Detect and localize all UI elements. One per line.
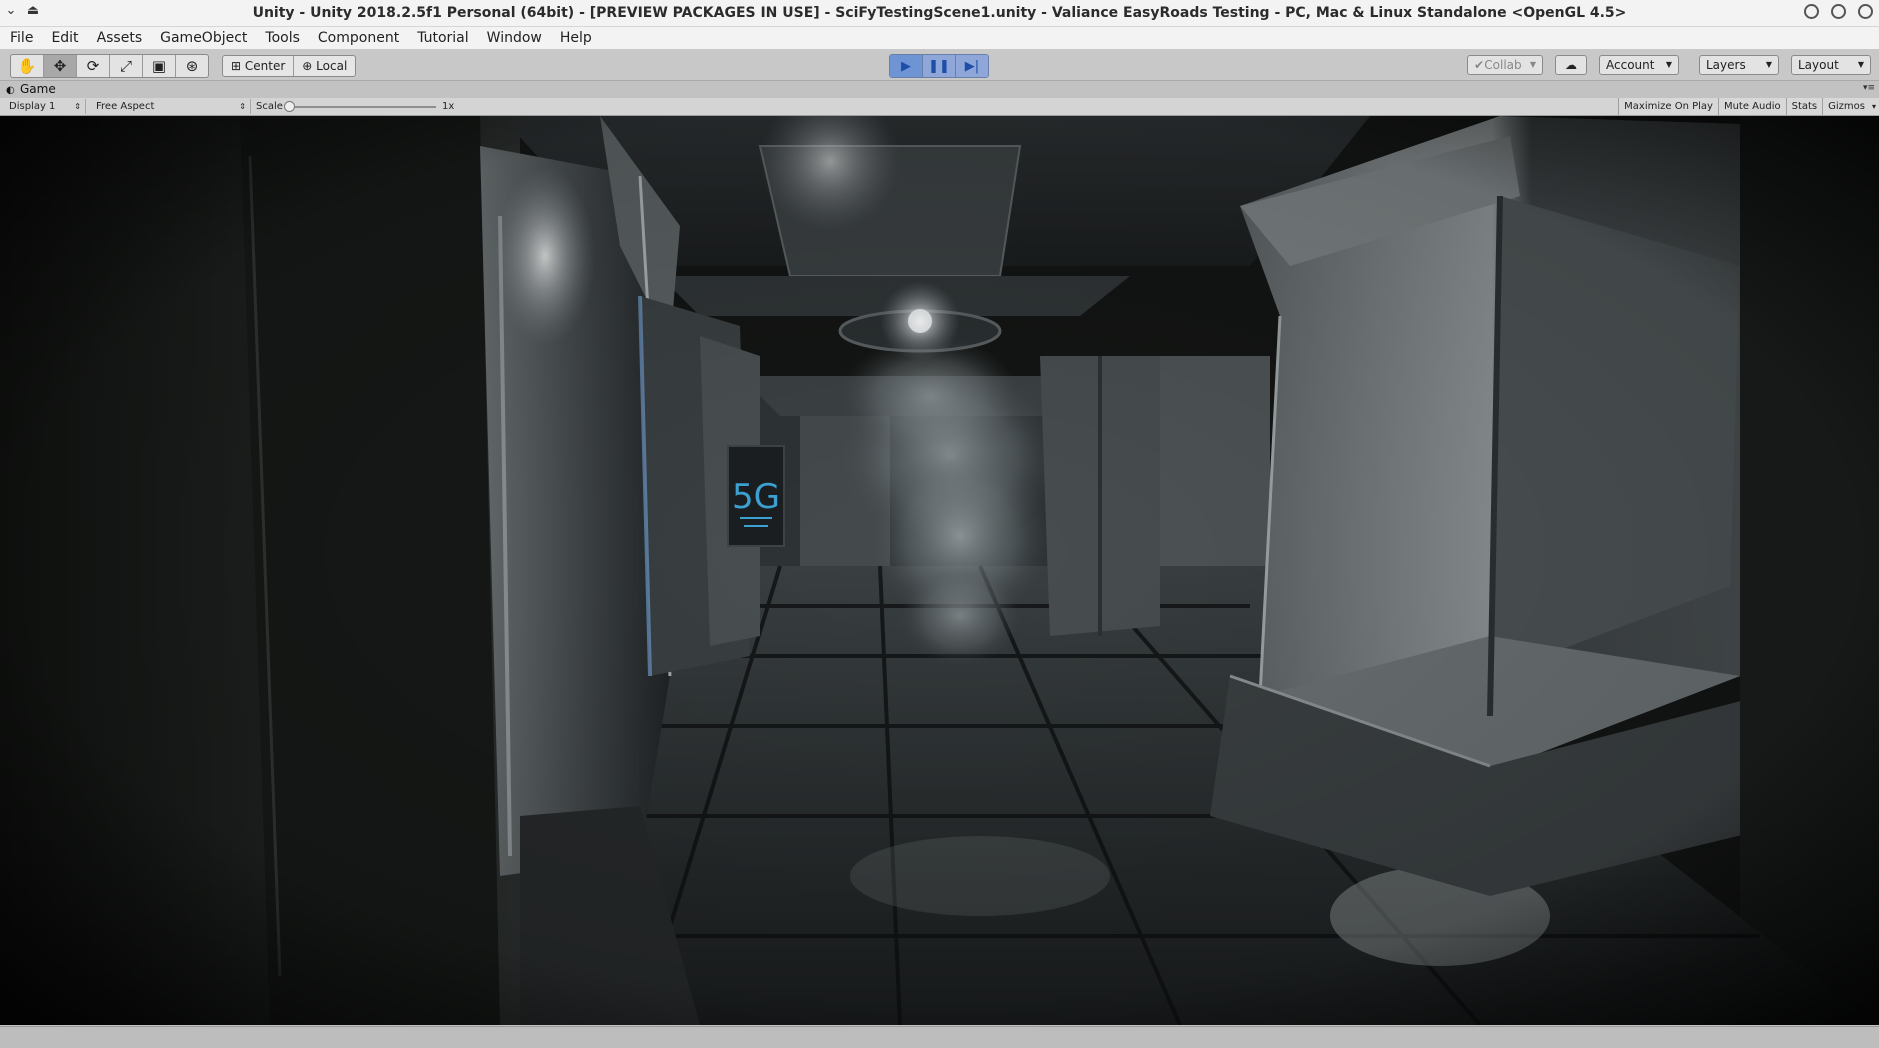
account-label: Account	[1606, 58, 1655, 72]
playback-controls: ▶ ❚❚ ▶|	[889, 54, 989, 78]
chevron-down-icon: ▼	[1665, 60, 1672, 69]
tab-game[interactable]: ◐ Game	[6, 81, 56, 99]
chevron-down-icon: ▼	[1857, 60, 1864, 69]
pivot-rotation-button[interactable]: ⊕ Local	[294, 56, 355, 76]
check-icon: ✔	[1474, 58, 1485, 72]
close-button[interactable]	[1858, 4, 1873, 19]
step-icon: ▶|	[964, 58, 980, 74]
pause-button[interactable]: ❚❚	[923, 55, 956, 77]
pivot-controls: ⊞ Center ⊕ Local	[222, 55, 357, 77]
move-tool-icon[interactable]: ✥	[44, 55, 77, 77]
play-icon: ▶	[901, 58, 911, 74]
display-dropdown[interactable]: Display 1 ⇕	[4, 99, 86, 114]
play-button[interactable]: ▶	[890, 55, 923, 77]
pivot-rotation-label: Local	[316, 59, 348, 73]
aspect-label: Free Aspect	[96, 101, 155, 112]
layers-dropdown[interactable]: Layers ▼	[1699, 55, 1779, 75]
chevron-down-icon: ▼	[1529, 60, 1536, 69]
gizmos-label: Gizmos	[1828, 101, 1865, 112]
pivot-mode-label: Center	[244, 59, 286, 73]
updown-arrow-icon: ⇕	[74, 102, 81, 111]
collab-label: Collab	[1484, 58, 1522, 72]
account-dropdown[interactable]: Account ▼	[1599, 55, 1679, 75]
maximize-on-play-toggle[interactable]: Maximize On Play	[1618, 98, 1718, 115]
menu-gameobject[interactable]: GameObject	[150, 27, 255, 49]
scale-tool-icon[interactable]: ⤢	[110, 55, 143, 77]
layers-label: Layers	[1706, 58, 1746, 72]
menu-edit[interactable]: Edit	[41, 27, 86, 49]
menu-window[interactable]: Window	[477, 27, 550, 49]
game-tab-label: Game	[20, 82, 56, 96]
maximize-button[interactable]	[1831, 4, 1846, 19]
game-render: 5G	[0, 116, 1879, 1025]
step-button[interactable]: ▶|	[956, 55, 988, 77]
scale-slider-track[interactable]	[288, 106, 436, 108]
rect-tool-icon[interactable]: ▣	[143, 55, 176, 77]
gizmos-dropdown[interactable]: Gizmos ▾	[1822, 98, 1879, 115]
stats-toggle[interactable]: Stats	[1785, 98, 1823, 115]
window-title-bar: ⌄ ⏏ Unity - Unity 2018.2.5f1 Personal (64…	[0, 0, 1879, 27]
status-bar	[0, 1026, 1879, 1048]
local-rotation-icon: ⊕	[302, 59, 313, 73]
game-controller-icon: ◐	[6, 85, 15, 96]
menu-assets[interactable]: Assets	[87, 27, 151, 49]
mute-audio-toggle[interactable]: Mute Audio	[1717, 98, 1786, 115]
layout-label: Layout	[1798, 58, 1839, 72]
game-view-options: Maximize On Play Mute Audio Stats Gizmos…	[1618, 98, 1879, 115]
window-title: Unity - Unity 2018.2.5f1 Personal (64bit…	[252, 5, 1627, 21]
scale-label: Scale	[256, 101, 283, 112]
layout-dropdown[interactable]: Layout ▼	[1791, 55, 1871, 75]
aspect-dropdown[interactable]: Free Aspect ⇕	[91, 99, 251, 114]
game-view[interactable]: 5G	[0, 116, 1879, 1025]
minimize-button[interactable]	[1804, 4, 1819, 19]
cloud-button[interactable]: ☁	[1555, 55, 1587, 75]
toolbar-right: ✔ Collab ▼ ☁ Account ▼ Layers ▼ Layout ▼	[1455, 55, 1871, 75]
hand-tool-icon[interactable]: ✋	[11, 55, 44, 77]
transform-tool-icon[interactable]: ⊛	[176, 55, 208, 77]
menu-tutorial[interactable]: Tutorial	[407, 27, 476, 49]
display-label: Display 1	[9, 101, 56, 112]
tab-menu-icon[interactable]: ▾≡	[1863, 83, 1875, 93]
updown-arrow-icon: ⇕	[239, 102, 246, 111]
menu-help[interactable]: Help	[550, 27, 600, 49]
main-toolbar: ✋ ✥ ⟳ ⤢ ▣ ⊛ ⊞ Center ⊕ Local ▶ ❚❚ ▶| ✔ Co…	[0, 50, 1879, 81]
window-buttons	[1792, 4, 1873, 23]
game-tab-bar: ◐ Game ▾≡	[0, 81, 1879, 98]
pause-icon: ❚❚	[928, 58, 950, 74]
game-view-toolbar: Display 1 ⇕ Free Aspect ⇕ Scale 1x Maximiz…	[0, 98, 1879, 116]
chevron-down-icon: ▾	[1871, 102, 1876, 111]
chevron-down-icon: ▼	[1765, 60, 1772, 69]
menu-file[interactable]: File	[0, 27, 41, 49]
rotate-tool-icon[interactable]: ⟳	[77, 55, 110, 77]
collab-dropdown[interactable]: ✔ Collab ▼	[1467, 55, 1543, 75]
scale-slider-thumb[interactable]	[284, 101, 295, 112]
menu-tools[interactable]: Tools	[255, 27, 308, 49]
pivot-center-icon: ⊞	[231, 59, 242, 73]
menu-component[interactable]: Component	[308, 27, 407, 49]
cloud-icon: ☁	[1565, 58, 1577, 72]
menu-bar: File Edit Assets GameObject Tools Component Tu…	[0, 27, 1879, 50]
pivot-mode-button[interactable]: ⊞ Center	[223, 56, 295, 76]
transform-tools: ✋ ✥ ⟳ ⤢ ▣ ⊛	[10, 54, 209, 78]
scale-value: 1x	[442, 101, 455, 112]
